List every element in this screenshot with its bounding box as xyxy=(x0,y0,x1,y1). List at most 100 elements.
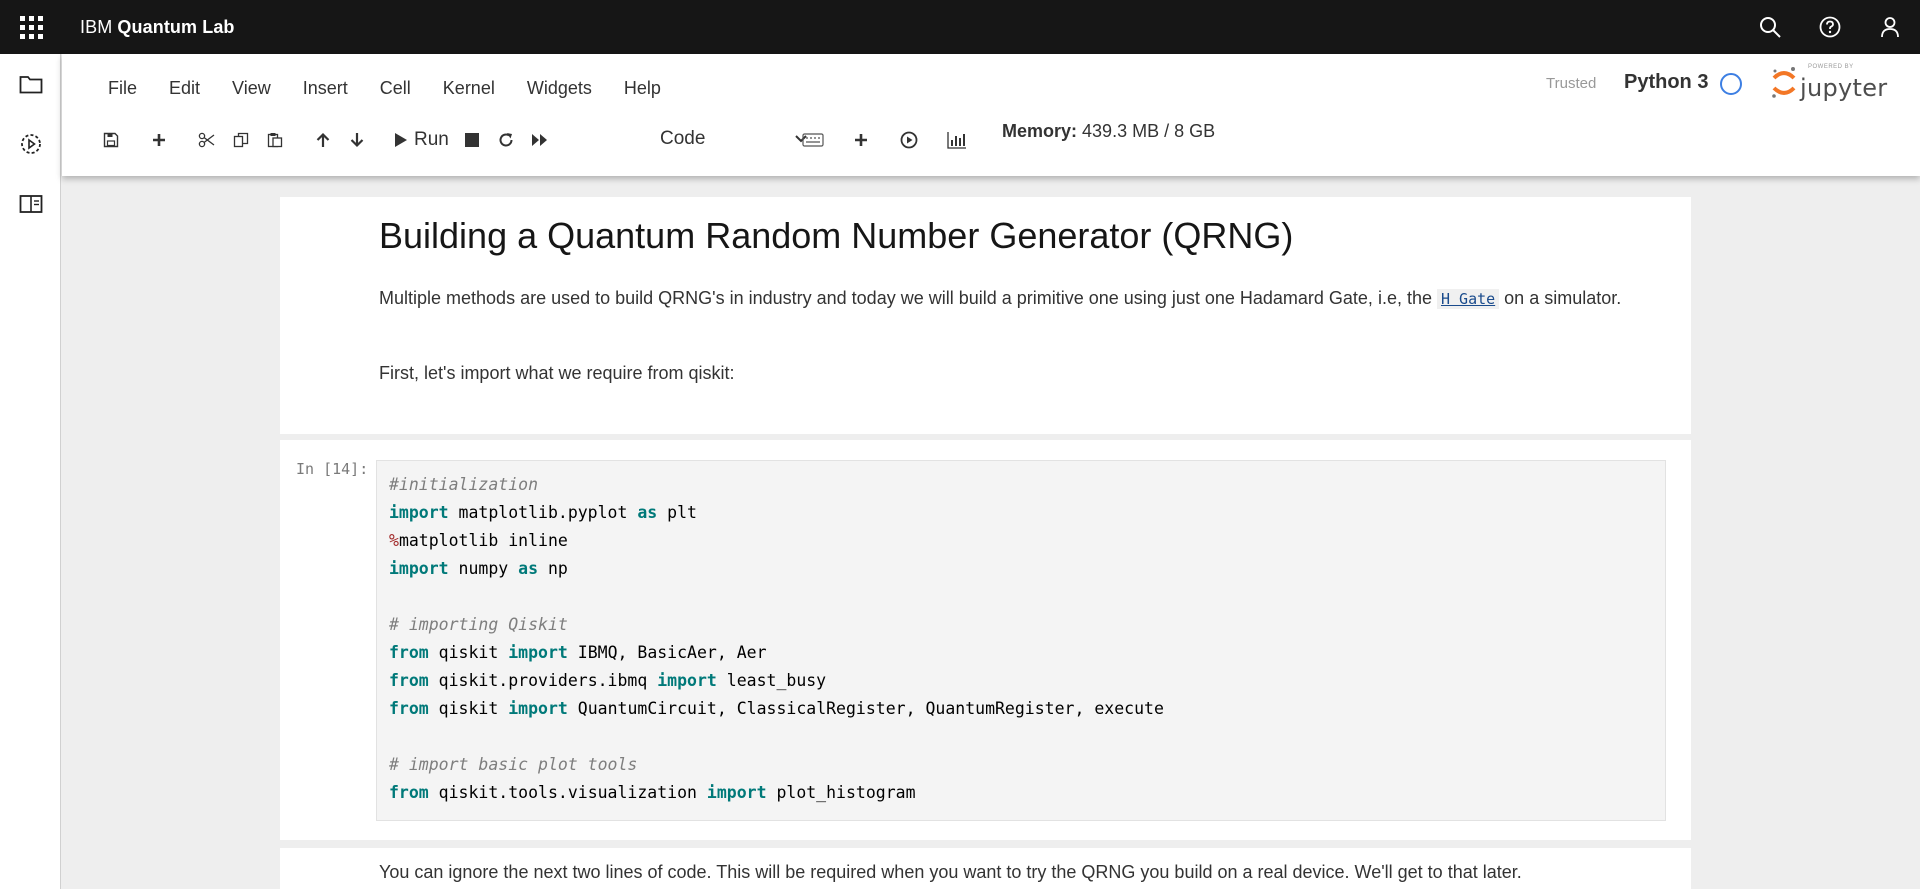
memory-label: Memory: xyxy=(1002,121,1078,141)
product-name[interactable]: IBM Quantum Lab xyxy=(80,17,235,38)
code-token: qiskit xyxy=(428,643,509,662)
save-button[interactable] xyxy=(94,123,128,157)
kernel-name[interactable]: Python 3 xyxy=(1624,71,1708,94)
code-token: qiskit.tools.visualization xyxy=(428,783,707,802)
code-token: import xyxy=(706,783,767,802)
code-line: from qiskit import IBMQ, BasicAer, Aer xyxy=(389,639,1653,667)
restart-kernel-button[interactable] xyxy=(489,123,523,157)
paste-icon xyxy=(267,133,283,148)
code-line: # importing Qiskit xyxy=(389,611,1653,639)
code-token: from xyxy=(389,699,429,718)
markdown-cell[interactable]: You can ignore the next two lines of cod… xyxy=(280,848,1691,889)
code-token: import xyxy=(508,643,568,662)
code-token: # import basic plot tools xyxy=(389,755,638,774)
insert-cell-below-button[interactable] xyxy=(142,123,176,157)
code-token: least_busy xyxy=(716,671,827,690)
restart-icon xyxy=(499,133,513,147)
user-icon[interactable] xyxy=(1860,0,1920,54)
menu-file[interactable]: File xyxy=(94,70,155,106)
cell-type-select[interactable]: Code xyxy=(654,122,814,156)
paragraph-text-end: on a simulator. xyxy=(1499,288,1622,308)
memory-value: 439.3 MB / 8 GB xyxy=(1082,121,1216,141)
markdown-paragraph: First, let's import what we require from… xyxy=(379,363,735,383)
interrupt-kernel-button[interactable] xyxy=(455,123,489,157)
move-cell-down-button[interactable] xyxy=(340,123,374,157)
bar-chart-icon xyxy=(947,132,966,149)
kernel-idle-indicator xyxy=(1720,73,1742,95)
stop-icon xyxy=(464,133,479,147)
search-icon[interactable] xyxy=(1740,0,1800,54)
insert-cell-icon xyxy=(153,134,165,146)
code-token: as xyxy=(518,559,539,578)
markdown-cell[interactable]: Building a Quantum Random Number Generat… xyxy=(280,197,1691,434)
resource-usage-button[interactable] xyxy=(940,123,974,157)
code-token: import xyxy=(657,671,717,690)
menu-kernel[interactable]: Kernel xyxy=(429,70,513,106)
menu-widgets[interactable]: Widgets xyxy=(513,70,610,106)
add-button[interactable] xyxy=(844,123,878,157)
copy-cell-button[interactable] xyxy=(224,123,258,157)
menu-edit[interactable]: Edit xyxy=(155,70,218,106)
ibm-top-bar: IBM Quantum Lab xyxy=(0,0,1920,54)
menu-help[interactable]: Help xyxy=(610,70,679,106)
paste-cell-button[interactable] xyxy=(258,123,292,157)
code-token: plt xyxy=(657,503,697,522)
code-token: plot_histogram xyxy=(766,783,916,802)
cell-type-value: Code xyxy=(660,128,706,149)
documentation-icon[interactable] xyxy=(0,174,61,234)
code-token: from xyxy=(389,643,429,662)
cut-cell-button[interactable] xyxy=(190,123,224,157)
notebook-heading: Building a Quantum Random Number Generat… xyxy=(379,215,1294,256)
menu-insert[interactable]: Insert xyxy=(289,70,366,106)
fast-forward-icon xyxy=(531,134,547,146)
code-line: from qiskit.tools.visualization import p… xyxy=(389,779,1653,807)
input-prompt: In [14]: xyxy=(296,460,369,478)
move-cell-up-button[interactable] xyxy=(306,123,340,157)
code-token: np xyxy=(538,559,568,578)
run-button[interactable]: Run xyxy=(388,123,455,157)
brand-prefix: IBM xyxy=(80,16,113,37)
code-token: matplotlib.pyplot xyxy=(448,503,638,522)
code-line: %matplotlib inline xyxy=(389,527,1653,555)
code-token: from xyxy=(389,783,429,802)
markdown-paragraph: Multiple methods are used to build QRNG'… xyxy=(379,285,1642,312)
jupyter-logo[interactable]: POWERED BY jupyter xyxy=(1770,64,1887,102)
code-token: IBMQ, BasicAer, Aer xyxy=(567,643,767,662)
code-line: import numpy as np xyxy=(389,555,1653,583)
move-up-icon xyxy=(316,132,330,147)
code-token: as xyxy=(637,503,658,522)
trusted-indicator[interactable]: Trusted xyxy=(1546,75,1596,92)
copy-icon xyxy=(233,132,249,148)
restart-run-all-button[interactable] xyxy=(523,123,557,157)
play-circle-button[interactable] xyxy=(892,123,926,157)
h-gate-code[interactable]: H Gate xyxy=(1436,289,1500,309)
code-line: # import basic plot tools xyxy=(389,751,1653,779)
folder-icon[interactable] xyxy=(0,54,61,114)
code-editor[interactable]: #initialization import matplotlib.pyplot … xyxy=(376,460,1666,821)
notebook-container: Building a Quantum Random Number Generat… xyxy=(280,197,1691,889)
code-token: % xyxy=(389,531,399,550)
menu-bar: File Edit View Insert Cell Kernel Widget… xyxy=(94,70,679,106)
notebook-toolbar: Run xyxy=(94,118,557,162)
code-token: qiskit.providers.ibmq xyxy=(428,671,658,690)
code-cell[interactable]: In [14]: #initialization import matplotli… xyxy=(280,440,1691,840)
brand-name: Quantum Lab xyxy=(117,16,235,37)
code-line: #initialization xyxy=(389,471,1653,499)
code-token: import xyxy=(389,559,449,578)
jupyter-logo-mark xyxy=(1772,67,1796,98)
menu-cell[interactable]: Cell xyxy=(366,70,429,106)
plus-icon xyxy=(855,134,867,146)
menu-view[interactable]: View xyxy=(218,70,289,106)
paragraph-text-start: Multiple methods are used to build QRNG'… xyxy=(379,288,1437,308)
code-token: #initialization xyxy=(389,475,539,494)
markdown-paragraph: You can ignore the next two lines of cod… xyxy=(379,862,1522,882)
command-palette-button[interactable] xyxy=(796,123,830,157)
recent-jobs-icon[interactable] xyxy=(0,114,61,174)
help-icon[interactable] xyxy=(1800,0,1860,54)
app-switcher-icon[interactable] xyxy=(0,0,62,54)
code-token: numpy xyxy=(448,559,519,578)
keyboard-icon xyxy=(802,133,824,147)
code-token: # importing Qiskit xyxy=(389,615,568,634)
